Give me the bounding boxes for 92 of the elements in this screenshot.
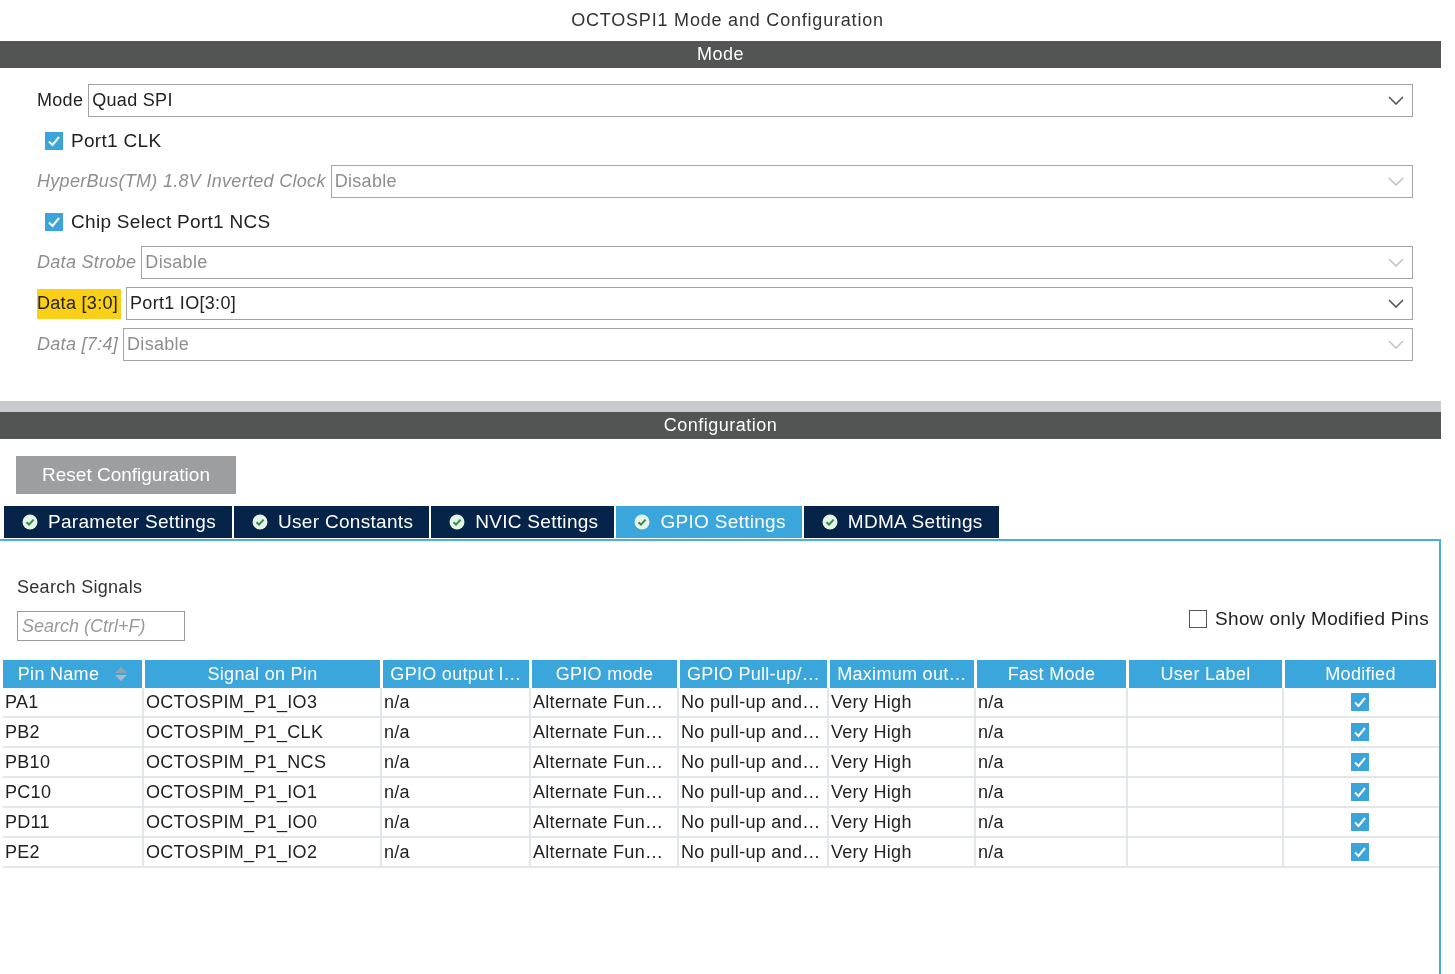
- table-cell-text: No pull-up and…: [681, 690, 821, 714]
- table-cell-text: n/a: [384, 750, 410, 774]
- table-cell-text: n/a: [978, 810, 1004, 834]
- table-cell-text: OCTOSPIM_P1_IO1: [146, 780, 318, 805]
- column-header[interactable]: Maximum out…: [830, 660, 974, 688]
- checkbox[interactable]: [45, 213, 63, 231]
- checkbox[interactable]: [1350, 723, 1369, 741]
- tab[interactable]: NVIC Settings: [431, 506, 615, 538]
- checkbox-label: Chip Select Port1 NCS: [71, 209, 271, 234]
- reset-configuration-button[interactable]: Reset Configuration: [16, 456, 236, 494]
- column-header[interactable]: Pin Name: [3, 660, 142, 688]
- chevron-down-icon: [1388, 299, 1404, 308]
- table-cell-text: PD11: [5, 810, 50, 834]
- field-label: HyperBus(TM) 1.8V Inverted Clock: [37, 170, 326, 193]
- tab[interactable]: Parameter Settings: [4, 506, 233, 538]
- column-header[interactable]: Signal on Pin: [145, 660, 380, 688]
- column-header[interactable]: GPIO mode: [532, 660, 677, 688]
- checkbox[interactable]: [1350, 693, 1369, 711]
- table-cell-text: Very High: [831, 720, 912, 744]
- check-circle-icon: [22, 514, 38, 530]
- table-cell-text: PB10: [5, 750, 51, 774]
- sort-icon: [115, 667, 128, 681]
- column-header[interactable]: GPIO output l…: [383, 660, 529, 688]
- field-label: Mode: [37, 89, 84, 112]
- table-cell-text: Alternate Fun…: [533, 690, 664, 714]
- checkbox[interactable]: [1189, 609, 1208, 628]
- table-cell-text: n/a: [978, 750, 1004, 774]
- field-label: Data [3:0]: [37, 288, 122, 319]
- table-cell-text: n/a: [384, 810, 410, 834]
- table-cell-text: OCTOSPIM_P1_IO3: [146, 690, 318, 715]
- table-cell-text: PB2: [5, 720, 40, 744]
- column-header[interactable]: Fast Mode: [977, 660, 1126, 688]
- table-cell-text: n/a: [384, 690, 410, 714]
- column-header[interactable]: Modified: [1285, 660, 1436, 688]
- chevron-down-icon: [1388, 258, 1404, 267]
- tab[interactable]: MDMA Settings: [803, 506, 999, 538]
- table-cell-text: PA1: [5, 690, 39, 714]
- check-circle-icon: [449, 514, 466, 530]
- table-cell-text: Alternate Fun…: [533, 810, 664, 834]
- search-label: Search Signals: [17, 576, 144, 599]
- chevron-down-icon: [1388, 177, 1404, 186]
- table-cell-text: PC10: [5, 780, 52, 804]
- check-circle-icon: [821, 514, 838, 530]
- table-cell-text: Very High: [831, 750, 912, 774]
- table-cell-text: Very High: [831, 810, 912, 834]
- table-cell-text: No pull-up and…: [681, 780, 821, 804]
- table-cell-text: Very High: [831, 690, 912, 714]
- tab[interactable]: GPIO Settings: [616, 506, 802, 538]
- check-circle-icon: [252, 514, 269, 530]
- table-cell-text: n/a: [978, 690, 1004, 714]
- window-title: OCTOSPI1 Mode and Configuration: [571, 9, 884, 32]
- tab[interactable]: User Constants: [234, 506, 430, 538]
- chevron-down-icon: [1388, 340, 1404, 349]
- chevron-down-icon: [1388, 96, 1404, 105]
- section-header: Configuration: [0, 412, 1441, 439]
- table-cell-text: Alternate Fun…: [533, 780, 664, 804]
- table-cell-text: Alternate Fun…: [533, 750, 664, 774]
- checkbox-label: Port1 CLK: [71, 128, 162, 153]
- checkbox[interactable]: [1350, 783, 1369, 801]
- table-cell-text: Alternate Fun…: [533, 720, 664, 744]
- checkbox[interactable]: [1350, 753, 1369, 771]
- table-cell-text: n/a: [384, 720, 410, 744]
- table-cell-text: No pull-up and…: [681, 720, 821, 744]
- field-label: Data Strobe: [37, 251, 137, 274]
- table-cell-text: Alternate Fun…: [533, 840, 664, 864]
- table-cell-text: Very High: [831, 780, 912, 804]
- dropdown[interactable]: Port1 IO[3:0]: [126, 287, 1413, 320]
- search-field[interactable]: Search (Ctrl+F): [17, 611, 185, 641]
- table-cell-text: n/a: [384, 840, 410, 864]
- table-cell-text: n/a: [978, 780, 1004, 804]
- table-cell-text: OCTOSPIM_P1_IO2: [146, 840, 318, 865]
- checkbox[interactable]: [45, 132, 63, 150]
- table-cell-text: No pull-up and…: [681, 750, 821, 774]
- section-header: Mode: [0, 41, 1441, 68]
- check-circle-icon: [634, 514, 651, 530]
- table-cell-text: OCTOSPIM_P1_CLK: [146, 720, 324, 745]
- column-header[interactable]: User Label: [1129, 660, 1282, 688]
- checkbox-label: Show only Modified Pins: [1215, 606, 1429, 631]
- table-cell-text: n/a: [384, 780, 410, 804]
- dropdown[interactable]: Quad SPI: [88, 84, 1413, 117]
- table-cell-text: Very High: [831, 840, 912, 864]
- table-cell-text: n/a: [978, 840, 1004, 864]
- table-cell-text: n/a: [978, 720, 1004, 744]
- table-cell-text: PE2: [5, 840, 40, 864]
- table-cell-text: OCTOSPIM_P1_IO0: [146, 810, 318, 835]
- field-label: Data [7:4]: [37, 333, 119, 356]
- checkbox[interactable]: [1350, 813, 1369, 831]
- table-cell-text: No pull-up and…: [681, 810, 821, 834]
- table-cell-text: OCTOSPIM_P1_NCS: [146, 750, 327, 775]
- checkbox[interactable]: [1350, 843, 1369, 861]
- column-header[interactable]: GPIO Pull-up/…: [680, 660, 827, 688]
- table-cell-text: No pull-up and…: [681, 840, 821, 864]
